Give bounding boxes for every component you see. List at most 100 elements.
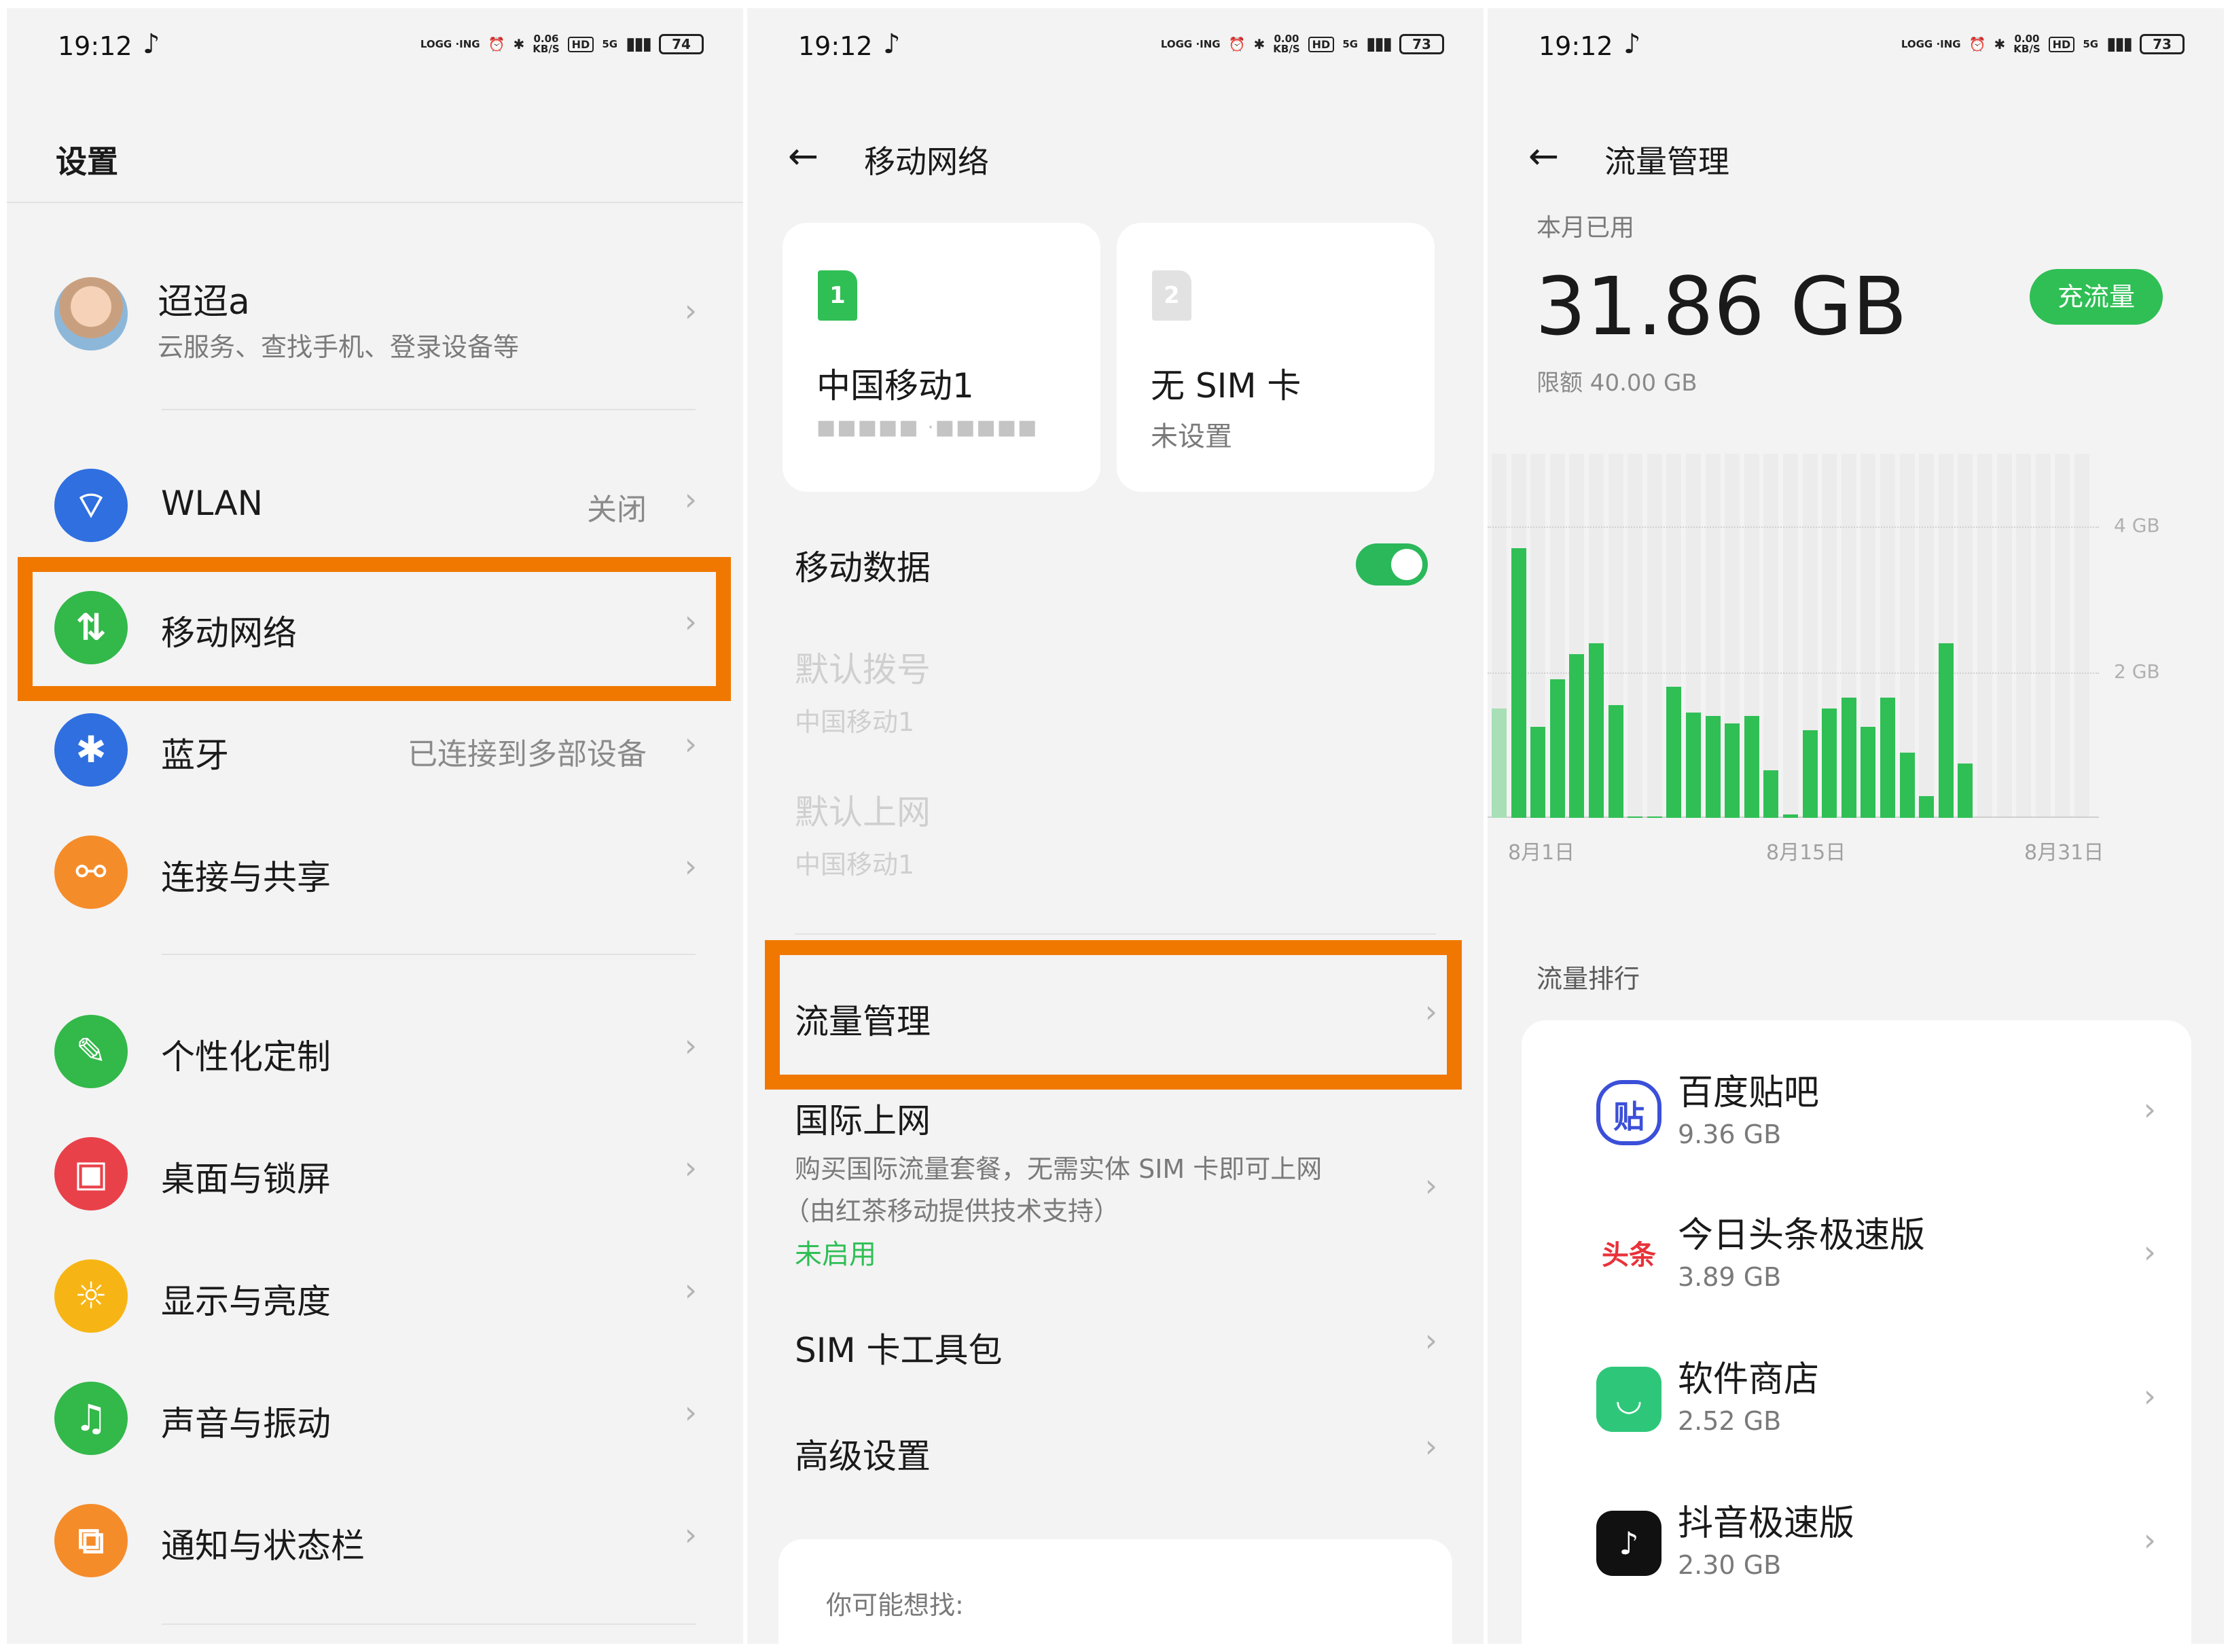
settings-item-notification[interactable]: ⧉ 通知与状态栏 › (7, 1486, 743, 1595)
chart-bar (1589, 643, 1604, 818)
settings-item-label: 连接与共享 (161, 858, 331, 897)
sim-toolkit-label: SIM 卡工具包 (795, 1331, 1003, 1370)
personalize-icon: ✎ (54, 1015, 128, 1088)
settings-item-sharing[interactable]: ⚯ 连接与共享 › (7, 818, 743, 927)
bell-icon: ♫ (54, 1382, 128, 1455)
app-name: 软件商店 (1678, 1359, 1820, 1400)
chart-column-bg (1996, 454, 2012, 818)
chart-column-bg (1783, 454, 1798, 818)
default-dial-value: 中国移动1 (795, 707, 915, 737)
chevron-right-icon: › (684, 481, 697, 518)
sim-card-1[interactable]: 1 中国移动1 ■■■■■ ·■■■■■ (783, 223, 1100, 492)
status-time: 19:12 (798, 31, 873, 61)
battery-icon: 73 (2140, 34, 2185, 54)
chevron-right-icon: › (684, 1394, 697, 1431)
network-status-text: LOGG ·ING (1160, 37, 1221, 50)
divider (162, 1623, 696, 1625)
back-arrow-icon[interactable]: ← (788, 134, 819, 177)
chart-column-bg (1647, 454, 1662, 818)
mobile-data-toggle[interactable] (1356, 543, 1428, 586)
net-speed-unit: KB/S (1273, 43, 1300, 55)
status-bar: 19:12 ♪ LOGG ·ING ⏰ ✱ 0.00 KB/S HD 5G ▮▮▮… (747, 8, 1484, 90)
settings-item-label: 显示与亮度 (161, 1282, 331, 1321)
chevron-right-icon: › (684, 848, 697, 884)
brightness-icon: ☼ (54, 1259, 128, 1333)
net-speed: 0.06 KB/S (533, 34, 559, 54)
chart-column-bg (1919, 454, 1935, 818)
net-speed: 0.00 KB/S (1273, 34, 1299, 54)
signal-type: 5G (602, 37, 618, 50)
app-usage: 2.52 GB (1678, 1406, 1782, 1436)
default-data-value: 中国移动1 (795, 850, 915, 880)
list-item[interactable]: ♪ 抖音极速版 2.30 GB › (1522, 1478, 2191, 1621)
battery-icon: 74 (659, 34, 704, 54)
network-status-text: LOGG ·ING (420, 37, 480, 50)
alarm-icon: ⏰ (488, 36, 505, 52)
chart-bar (1492, 708, 1507, 818)
chart-bar (1744, 715, 1759, 818)
chart-bar (1899, 752, 1915, 818)
default-dial-label: 默认拨号 (795, 650, 931, 689)
sim-2-status: 未设置 (1151, 421, 1232, 452)
chart-bar (1822, 708, 1837, 818)
settings-item-label: 桌面与锁屏 (161, 1160, 331, 1199)
international-roaming-row[interactable]: 国际上网 购买国际流量套餐，无需实体 SIM 卡即可上网 （由红茶移动提供技术支… (747, 1091, 1484, 1281)
chart-bar (1938, 643, 1954, 818)
x-tick-label: 8月1日 (1508, 841, 1575, 865)
sim-toolkit-row[interactable]: SIM 卡工具包 › (747, 1299, 1484, 1394)
settings-item-sound[interactable]: ♫ 声音与振动 › (7, 1364, 743, 1473)
settings-item-wallpaper[interactable]: ▣ 桌面与锁屏 › (7, 1119, 743, 1228)
app-usage: 3.89 GB (1678, 1262, 1782, 1292)
account-row[interactable]: 迢迢a 云服务、查找手机、登录设备等 › (7, 258, 743, 380)
suggestions-title: 你可能想找: (826, 1590, 964, 1620)
bluetooth-status-icon: ✱ (1253, 36, 1265, 52)
settings-screen: 19:12 ♪ LOGG ·ING ⏰ ✱ 0.06 KB/S HD 5G ▮▮▮… (7, 8, 743, 1644)
recharge-button[interactable]: 充流量 (2030, 269, 2163, 325)
tiktok-notification-icon: ♪ (143, 29, 160, 60)
app-name: 今日头条极速版 (1678, 1215, 1926, 1256)
app-name: 百度贴吧 (1678, 1073, 1820, 1113)
settings-item-personalize[interactable]: ✎ 个性化定制 › (7, 997, 743, 1106)
suggestions-card: 你可能想找: (778, 1539, 1452, 1644)
chart-bar (1530, 727, 1546, 818)
signal-icon: ▮▮▮ (626, 34, 652, 54)
bluetooth-status-icon: ✱ (513, 36, 525, 52)
settings-item-bluetooth[interactable]: ✱ 蓝牙 已连接到多部设备 › (7, 696, 743, 804)
intl-label: 国际上网 (795, 1101, 931, 1141)
chart-column-bg (1628, 454, 1643, 818)
settings-item-wlan[interactable]: ⌔ WLAN 关闭 › (7, 451, 743, 560)
settings-item-value: 已连接到多部设备 (408, 737, 647, 772)
list-item[interactable]: 贴 百度贴吧 9.36 GB › (1522, 1047, 2191, 1190)
page-title: 流量管理 (1604, 143, 1729, 180)
settings-item-label: 通知与状态栏 (161, 1526, 365, 1566)
usage-chart (1488, 454, 2099, 818)
chart-bar (1783, 814, 1798, 818)
notification-icon: ⧉ (54, 1504, 128, 1577)
ranking-title: 流量排行 (1537, 964, 1640, 994)
baidu-tieba-icon: 贴 (1596, 1080, 1661, 1145)
page-title: 移动网络 (864, 143, 989, 180)
default-data-row: 默认上网 中国移动1 (747, 776, 1484, 898)
back-arrow-icon[interactable]: ← (1528, 134, 1559, 177)
sim-card-2[interactable]: 2 无 SIM 卡 未设置 (1117, 223, 1435, 492)
list-item[interactable]: 头条 今日头条极速版 3.89 GB › (1522, 1190, 2191, 1333)
avatar (54, 277, 128, 351)
tiktok-notification-icon: ♪ (1623, 29, 1641, 60)
settings-item-display[interactable]: ☼ 显示与亮度 › (7, 1242, 743, 1350)
list-item[interactable]: ◡ 软件商店 2.52 GB › (1522, 1334, 2191, 1477)
chart-bar (1628, 816, 1643, 818)
app-usage: 2.30 GB (1678, 1550, 1782, 1580)
header: 设置 (7, 117, 743, 205)
intl-provider: （由红茶移动提供技术支持） (784, 1196, 1120, 1226)
tiktok-notification-icon: ♪ (883, 29, 901, 60)
advanced-settings-row[interactable]: 高级设置 › (747, 1405, 1484, 1500)
mobile-data-row[interactable]: 移动数据 (747, 512, 1484, 621)
mobile-network-screen: 19:12 ♪ LOGG ·ING ⏰ ✱ 0.00 KB/S HD 5G ▮▮▮… (747, 8, 1484, 1644)
intl-description: 购买国际流量套餐，无需实体 SIM 卡即可上网 (795, 1154, 1323, 1184)
chevron-right-icon: › (2143, 1522, 2156, 1558)
intl-status: 未启用 (795, 1239, 876, 1270)
account-name: 迢迢a (158, 282, 250, 323)
divider (162, 409, 696, 410)
net-speed: 0.00 KB/S (2013, 34, 2040, 54)
sim-1-icon: 1 (818, 270, 857, 321)
